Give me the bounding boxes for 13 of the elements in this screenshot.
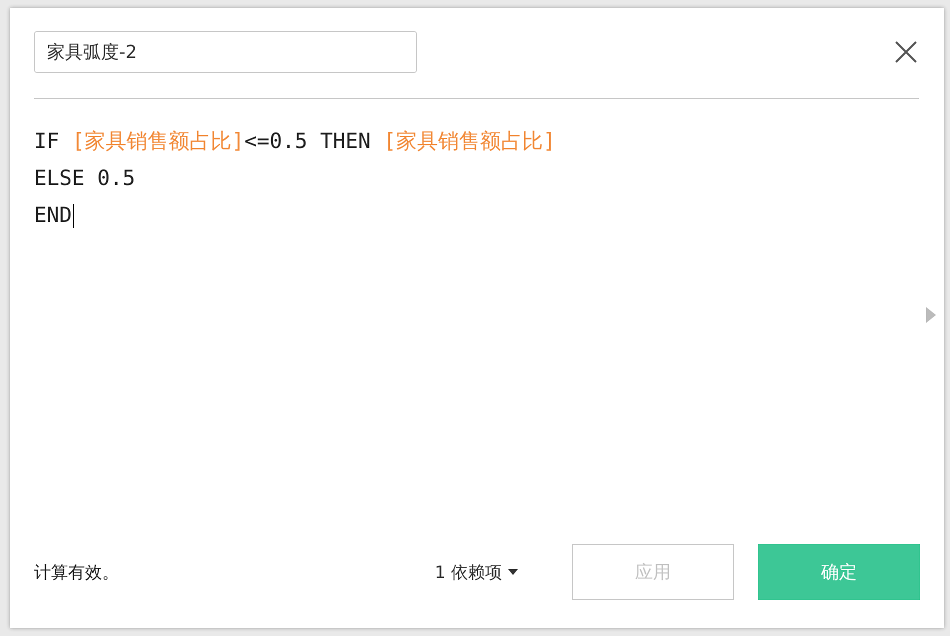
text-cursor: [72, 204, 74, 228]
formula-text: IF: [34, 128, 60, 155]
formula-editor[interactable]: IF [家具销售额占比]<=0.5 THEN [家具销售额占比] ELSE 0.5 END: [34, 123, 920, 542]
caret-icon: [508, 569, 518, 575]
close-icon[interactable]: [894, 40, 918, 64]
formula-text: ELSE 0.5: [34, 165, 136, 192]
name-field[interactable]: 家具弧度-2: [34, 31, 417, 73]
dependencies-dropdown[interactable]: 1 依赖项: [434, 560, 518, 584]
formula-text: <=0.5 THEN: [244, 128, 372, 155]
status-message: 计算有效。: [34, 562, 120, 584]
field-reference: [家具销售额占比]: [72, 128, 244, 155]
formula-text: END: [34, 202, 72, 229]
field-reference: [家具销售额占比]: [383, 128, 556, 155]
